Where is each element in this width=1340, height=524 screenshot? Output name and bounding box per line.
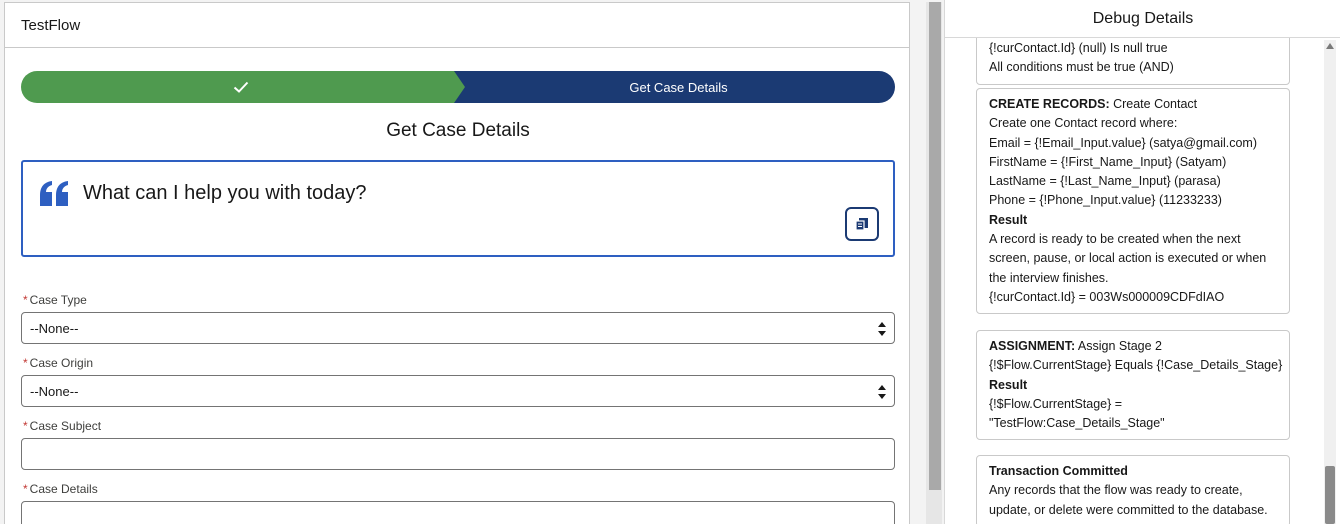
debug-line: {!$Flow.CurrentStage} = xyxy=(989,396,1123,411)
debug-card-header: Transaction Committed xyxy=(989,464,1128,478)
flow-panel: TestFlow Get Case Details Get Case Detai… xyxy=(4,2,910,524)
debug-line: {!$Flow.CurrentStage} Equals {!Case_Deta… xyxy=(989,358,1283,373)
debug-line: Any records that the flow was ready to c… xyxy=(989,483,1243,498)
debug-line: {!curContact.Id} (null) Is null true xyxy=(989,41,1168,55)
debug-line: "TestFlow:Case_Details_Stage" xyxy=(989,416,1165,431)
case-type-select[interactable]: --None-- xyxy=(21,312,895,344)
debug-line: A record is ready to be created when the… xyxy=(989,232,1241,247)
progress-indicator: Get Case Details xyxy=(21,71,895,103)
flow-title: TestFlow xyxy=(5,3,909,48)
debug-line: LastName = {!Last_Name_Input} (parasa) xyxy=(989,174,1221,189)
flow-scrollbar-thumb[interactable] xyxy=(929,2,941,490)
display-text-box: What can I help you with today? xyxy=(21,160,895,257)
required-marker: * xyxy=(23,419,28,433)
required-marker: * xyxy=(23,482,28,496)
case-subject-label: * Case Subject xyxy=(23,419,102,433)
select-arrows-icon xyxy=(878,385,886,399)
copy-icon xyxy=(855,218,868,231)
debug-line: {!curContact.Id} = 003Ws000009CDFdIAO xyxy=(989,289,1225,304)
debug-line: the interview finishes. xyxy=(989,270,1109,285)
debug-result-label: Result xyxy=(989,377,1028,392)
case-origin-value: --None-- xyxy=(30,383,79,399)
scroll-up-arrow-icon[interactable] xyxy=(1326,43,1334,49)
debug-card-header: ASSIGNMENT: Assign Stage 2 xyxy=(989,339,1162,353)
debug-scrollbar-track[interactable] xyxy=(1324,40,1336,524)
debug-line: FirstName = {!First_Name_Input} (Satyam) xyxy=(989,154,1227,169)
case-origin-label: * Case Origin xyxy=(23,356,94,370)
debug-line: update, or delete were committed to the … xyxy=(989,502,1268,517)
screen-title: Get Case Details xyxy=(386,120,530,141)
required-marker: * xyxy=(23,356,28,370)
debug-line: All conditions must be true (AND) xyxy=(989,60,1174,75)
progress-step-current-label: Get Case Details xyxy=(629,79,728,95)
required-marker: * xyxy=(23,293,28,307)
debug-result-label: Result xyxy=(989,212,1028,227)
case-type-value: --None-- xyxy=(30,320,79,336)
debug-panel: Debug Details {!curContact.Id} (null) Is… xyxy=(944,0,1340,524)
select-arrows-icon xyxy=(878,322,886,336)
check-icon xyxy=(231,77,251,97)
case-subject-input[interactable] xyxy=(21,438,895,470)
debug-scrollbar-thumb[interactable] xyxy=(1325,466,1335,524)
display-text: What can I help you with today? xyxy=(83,182,367,204)
case-type-label: * Case Type xyxy=(23,293,87,307)
debug-line: Email = {!Email_Input.value} (satya@gmai… xyxy=(989,135,1258,150)
case-details-input[interactable] xyxy=(21,501,895,524)
progress-step-completed[interactable] xyxy=(21,71,469,103)
debug-card-transaction: Transaction Committed Any records that t… xyxy=(976,455,1290,524)
copy-button[interactable] xyxy=(845,207,879,241)
debug-card-assignment: ASSIGNMENT: Assign Stage 2 {!$Flow.Curre… xyxy=(976,330,1290,441)
debug-card-header: CREATE RECORDS: Create Contact xyxy=(989,97,1198,111)
debug-panel-title: Debug Details xyxy=(945,0,1340,38)
debug-card-create-records: CREATE RECORDS: Create Contact Create on… xyxy=(976,88,1290,315)
debug-line: Phone = {!Phone_Input.value} (11233233) xyxy=(989,193,1222,208)
debug-line: Create one Contact record where: xyxy=(989,116,1178,131)
case-details-label: * Case Details xyxy=(23,482,98,496)
app-root: TestFlow Get Case Details Get Case Detai… xyxy=(0,0,1340,524)
case-origin-select[interactable]: --None-- xyxy=(21,375,895,407)
debug-line: screen, pause, or local action is execut… xyxy=(989,251,1267,266)
quote-icon xyxy=(40,181,70,209)
